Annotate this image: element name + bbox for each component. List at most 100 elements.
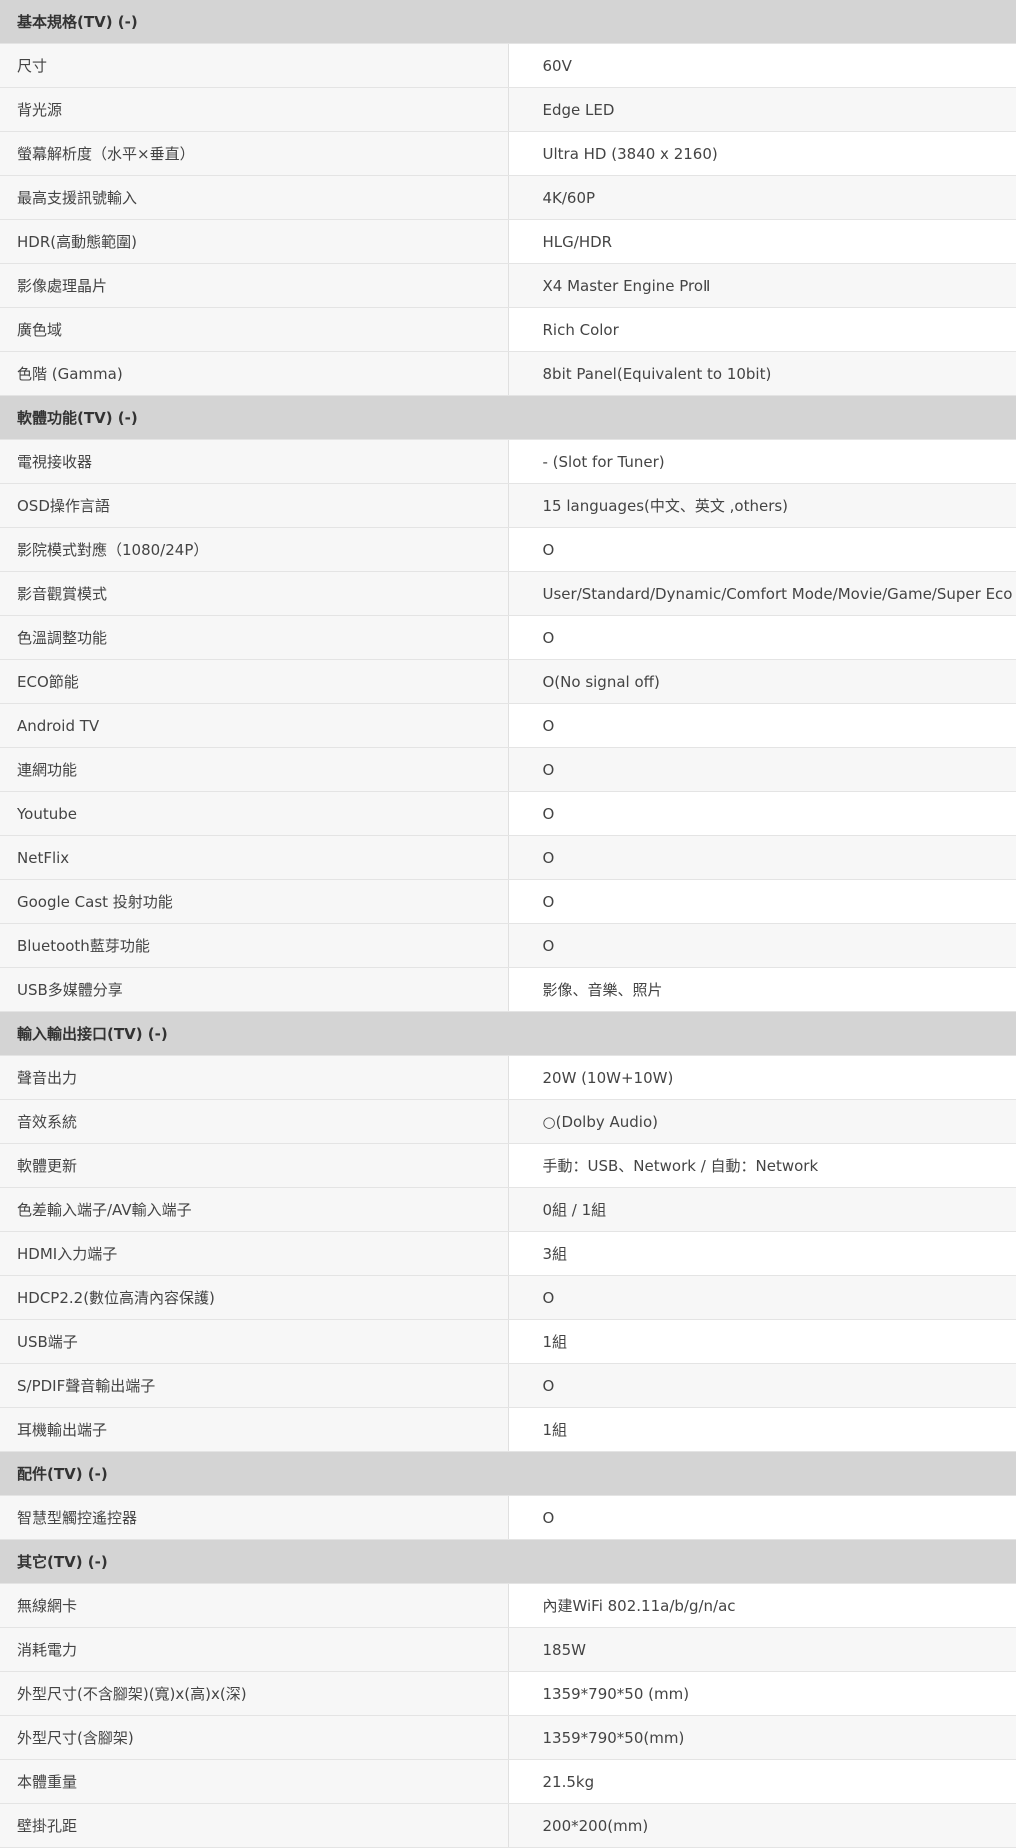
spec-value: O [508,879,1016,924]
spec-value: ○(Dolby Audio) [508,1099,1016,1144]
spec-label: 影像處理晶片 [0,263,509,308]
spec-value: O [508,747,1016,792]
spec-value: HLG/HDR [508,219,1016,264]
spec-label: 外型尺寸(不含腳架)(寬)x(高)x(深) [0,1671,509,1716]
spec-value: 3組 [508,1231,1016,1276]
spec-row: 影院模式對應（1080/24P） O [0,527,1016,572]
spec-label: HDR(高動態範圍) [0,219,509,264]
spec-label: ECO節能 [0,659,509,704]
spec-row: OSD操作言語 15 languages(中文、英文 ,others) [0,483,1016,528]
spec-row: 外型尺寸(不含腳架)(寬)x(高)x(深) 1359*790*50 (mm) [0,1671,1016,1716]
spec-label: NetFlix [0,835,509,880]
section-header: 輸入輸出接口(TV) (-) [0,1011,1016,1056]
spec-label: S/PDIF聲音輸出端子 [0,1363,509,1408]
spec-row: 影音觀賞模式 User/Standard/Dynamic/Comfort Mode… [0,571,1016,616]
section-header: 基本規格(TV) (-) [0,0,1016,44]
spec-row: 壁掛孔距 200*200(mm) [0,1803,1016,1848]
spec-label: Android TV [0,703,509,748]
spec-label: 本體重量 [0,1759,509,1804]
spec-row: 耳機輸出端子 1組 [0,1407,1016,1452]
spec-value: 20W (10W+10W) [508,1055,1016,1100]
section-title: 輸入輸出接口(TV) (-) [0,1011,1016,1056]
spec-value: Ultra HD (3840 x 2160) [508,131,1016,176]
spec-label: 色溫調整功能 [0,615,509,660]
spec-label: HDMI入力端子 [0,1231,509,1276]
spec-label: 尺寸 [0,43,509,88]
spec-row: NetFlix O [0,835,1016,880]
spec-label: 影音觀賞模式 [0,571,509,616]
spec-label: 最高支援訊號輸入 [0,175,509,220]
spec-row: 背光源 Edge LED [0,87,1016,132]
spec-value: 1359*790*50 (mm) [508,1671,1016,1716]
spec-label: 音效系統 [0,1099,509,1144]
spec-label: 聲音出力 [0,1055,509,1100]
spec-label: 軟體更新 [0,1143,509,1188]
spec-row: S/PDIF聲音輸出端子 O [0,1363,1016,1408]
spec-label: USB端子 [0,1319,509,1364]
spec-label: OSD操作言語 [0,483,509,528]
spec-row: 電視接收器 - (Slot for Tuner) [0,439,1016,484]
spec-value: O(No signal off) [508,659,1016,704]
spec-row: 外型尺寸(含腳架) 1359*790*50(mm) [0,1715,1016,1760]
spec-label: 色階 (Gamma) [0,351,509,396]
section-title: 基本規格(TV) (-) [0,0,1016,44]
spec-value: 8bit Panel(Equivalent to 10bit) [508,351,1016,396]
spec-label: 壁掛孔距 [0,1803,509,1848]
section-title: 軟體功能(TV) (-) [0,395,1016,440]
spec-table-body: 基本規格(TV) (-) 尺寸 60V 背光源 Edge LED 螢幕解析度（水平×垂直）… [0,0,1016,1848]
spec-row: Youtube O [0,791,1016,836]
spec-row: 無線網卡 內建WiFi 802.11a/b/g/n/ac [0,1583,1016,1628]
spec-value: 1359*790*50(mm) [508,1715,1016,1760]
spec-value: User/Standard/Dynamic/Comfort Mode/Movie… [508,571,1016,616]
spec-row: 尺寸 60V [0,43,1016,88]
spec-value: O [508,835,1016,880]
spec-label: 耳機輸出端子 [0,1407,509,1452]
spec-row: 智慧型觸控遙控器 O [0,1495,1016,1540]
spec-value: O [508,527,1016,572]
spec-row: 聲音出力 20W (10W+10W) [0,1055,1016,1100]
spec-value: 200*200(mm) [508,1803,1016,1848]
spec-label: 影院模式對應（1080/24P） [0,527,509,572]
spec-value: 0組 / 1組 [508,1187,1016,1232]
spec-row: HDCP2.2(數位高清內容保護) O [0,1275,1016,1320]
spec-value: O [508,923,1016,968]
section-title: 配件(TV) (-) [0,1451,1016,1496]
spec-label: Bluetooth藍芽功能 [0,923,509,968]
spec-label: 背光源 [0,87,509,132]
spec-label: 電視接收器 [0,439,509,484]
spec-value: 15 languages(中文、英文 ,others) [508,483,1016,528]
spec-label: Google Cast 投射功能 [0,879,509,924]
section-header: 配件(TV) (-) [0,1451,1016,1496]
spec-row: 軟體更新 手動：USB、Network / 自動：Network [0,1143,1016,1188]
spec-row: ECO節能 O(No signal off) [0,659,1016,704]
spec-row: 色階 (Gamma) 8bit Panel(Equivalent to 10bit… [0,351,1016,396]
spec-row: Bluetooth藍芽功能 O [0,923,1016,968]
spec-row: 影像處理晶片 X4 Master Engine ProⅡ [0,263,1016,308]
spec-label: 智慧型觸控遙控器 [0,1495,509,1540]
spec-table: 基本規格(TV) (-) 尺寸 60V 背光源 Edge LED 螢幕解析度（水平×垂直）… [0,0,1016,1848]
spec-row: Google Cast 投射功能 O [0,879,1016,924]
spec-row: HDR(高動態範圍) HLG/HDR [0,219,1016,264]
spec-value: O [508,1363,1016,1408]
spec-value: 內建WiFi 802.11a/b/g/n/ac [508,1583,1016,1628]
spec-value: X4 Master Engine ProⅡ [508,263,1016,308]
section-header: 其它(TV) (-) [0,1539,1016,1584]
spec-row: 音效系統 ○(Dolby Audio) [0,1099,1016,1144]
spec-value: 影像、音樂、照片 [508,967,1016,1012]
spec-label: 螢幕解析度（水平×垂直） [0,131,509,176]
section-title: 其它(TV) (-) [0,1539,1016,1584]
spec-value: 1組 [508,1407,1016,1452]
spec-value: O [508,703,1016,748]
spec-label: 消耗電力 [0,1627,509,1672]
spec-value: O [508,1495,1016,1540]
spec-label: 色差輸入端子/AV輸入端子 [0,1187,509,1232]
spec-value: Edge LED [508,87,1016,132]
spec-value: O [508,791,1016,836]
spec-row: 廣色域 Rich Color [0,307,1016,352]
spec-label: 廣色域 [0,307,509,352]
spec-value: O [508,615,1016,660]
spec-value: 185W [508,1627,1016,1672]
spec-row: 本體重量 21.5kg [0,1759,1016,1804]
spec-row: 色溫調整功能 O [0,615,1016,660]
spec-value: 手動：USB、Network / 自動：Network [508,1143,1016,1188]
